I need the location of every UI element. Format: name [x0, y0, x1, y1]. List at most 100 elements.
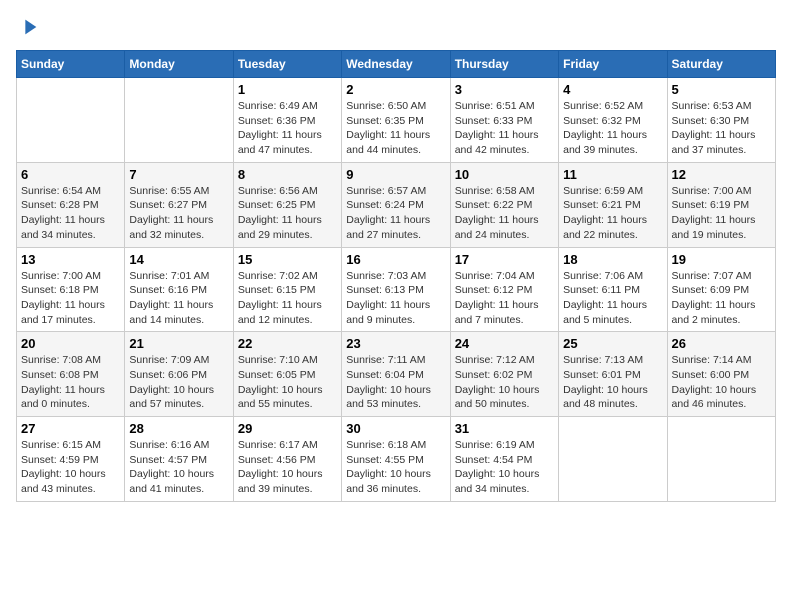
day-number: 29: [238, 421, 337, 436]
day-number: 17: [455, 252, 554, 267]
calendar-cell: [667, 417, 775, 502]
calendar-cell: 24Sunrise: 7:12 AM Sunset: 6:02 PM Dayli…: [450, 332, 558, 417]
calendar-cell: 3 Sunrise: 6:51 AM Sunset: 6:33 PM Daylig…: [450, 78, 558, 163]
calendar-cell: 26 Sunrise: 7:14 AM Sunset: 6:00 PM Dayli…: [667, 332, 775, 417]
day-number: 13: [21, 252, 120, 267]
calendar-cell: 11 Sunrise: 6:59 AM Sunset: 6:21 PM Dayli…: [559, 162, 667, 247]
day-number: 12: [672, 167, 771, 182]
weekday-header: Sunday: [17, 51, 125, 78]
day-info: Sunrise: 6:57 AM Sunset: 6:24 PM Dayligh…: [346, 184, 445, 243]
day-info: Sunrise: 6:59 AM Sunset: 6:21 PM Dayligh…: [563, 184, 662, 243]
day-number: 27: [21, 421, 120, 436]
day-info: Sunrise: 6:19 AM Sunset: 4:54 PM Dayligh…: [455, 438, 554, 497]
day-info: Sunrise: 7:14 AM Sunset: 6:00 PM Dayligh…: [672, 353, 771, 412]
day-number: 14: [129, 252, 228, 267]
day-info: Sunrise: 7:09 AM Sunset: 6:06 PM Dayligh…: [129, 353, 228, 412]
calendar-cell: 31 Sunrise: 6:19 AM Sunset: 4:54 PM Dayli…: [450, 417, 558, 502]
calendar-cell: 25 Sunrise: 7:13 AM Sunset: 6:01 PM Dayli…: [559, 332, 667, 417]
calendar-cell: [125, 78, 233, 163]
day-info: Sunrise: 7:03 AM Sunset: 6:13 PM Dayligh…: [346, 269, 445, 328]
day-info: Sunrise: 7:06 AM Sunset: 6:11 PM Dayligh…: [563, 269, 662, 328]
day-info: Sunrise: 7:02 AM Sunset: 6:15 PM Dayligh…: [238, 269, 337, 328]
calendar-cell: [17, 78, 125, 163]
calendar-table: SundayMondayTuesdayWednesdayThursdayFrid…: [16, 50, 776, 502]
calendar-cell: 16Sunrise: 7:03 AM Sunset: 6:13 PM Dayli…: [342, 247, 450, 332]
calendar-cell: 13Sunrise: 7:00 AM Sunset: 6:18 PM Dayli…: [17, 247, 125, 332]
weekday-header: Saturday: [667, 51, 775, 78]
day-info: Sunrise: 7:04 AM Sunset: 6:12 PM Dayligh…: [455, 269, 554, 328]
day-info: Sunrise: 7:10 AM Sunset: 6:05 PM Dayligh…: [238, 353, 337, 412]
calendar-cell: 29Sunrise: 6:17 AM Sunset: 4:56 PM Dayli…: [233, 417, 341, 502]
day-number: 31: [455, 421, 554, 436]
day-info: Sunrise: 7:08 AM Sunset: 6:08 PM Dayligh…: [21, 353, 120, 412]
calendar-week-row: 20 Sunrise: 7:08 AM Sunset: 6:08 PM Dayli…: [17, 332, 776, 417]
day-number: 18: [563, 252, 662, 267]
day-number: 3: [455, 82, 554, 97]
logo: [16, 16, 40, 38]
day-number: 1: [238, 82, 337, 97]
weekday-header: Wednesday: [342, 51, 450, 78]
calendar-week-row: 27 Sunrise: 6:15 AM Sunset: 4:59 PM Dayli…: [17, 417, 776, 502]
calendar-cell: 9 Sunrise: 6:57 AM Sunset: 6:24 PM Daylig…: [342, 162, 450, 247]
calendar-cell: 19 Sunrise: 7:07 AM Sunset: 6:09 PM Dayli…: [667, 247, 775, 332]
calendar-cell: 2Sunrise: 6:50 AM Sunset: 6:35 PM Daylig…: [342, 78, 450, 163]
day-info: Sunrise: 7:13 AM Sunset: 6:01 PM Dayligh…: [563, 353, 662, 412]
page-header: [16, 16, 776, 38]
calendar-cell: 10Sunrise: 6:58 AM Sunset: 6:22 PM Dayli…: [450, 162, 558, 247]
day-number: 15: [238, 252, 337, 267]
day-info: Sunrise: 6:49 AM Sunset: 6:36 PM Dayligh…: [238, 99, 337, 158]
day-info: Sunrise: 6:51 AM Sunset: 6:33 PM Dayligh…: [455, 99, 554, 158]
weekday-header: Friday: [559, 51, 667, 78]
day-number: 4: [563, 82, 662, 97]
day-number: 25: [563, 336, 662, 351]
calendar-cell: 14Sunrise: 7:01 AM Sunset: 6:16 PM Dayli…: [125, 247, 233, 332]
day-info: Sunrise: 7:00 AM Sunset: 6:19 PM Dayligh…: [672, 184, 771, 243]
day-number: 28: [129, 421, 228, 436]
day-info: Sunrise: 6:54 AM Sunset: 6:28 PM Dayligh…: [21, 184, 120, 243]
calendar-header-row: SundayMondayTuesdayWednesdayThursdayFrid…: [17, 51, 776, 78]
calendar-cell: [559, 417, 667, 502]
day-info: Sunrise: 6:52 AM Sunset: 6:32 PM Dayligh…: [563, 99, 662, 158]
calendar-cell: 1 Sunrise: 6:49 AM Sunset: 6:36 PM Daylig…: [233, 78, 341, 163]
calendar-cell: 7 Sunrise: 6:55 AM Sunset: 6:27 PM Daylig…: [125, 162, 233, 247]
calendar-cell: 4 Sunrise: 6:52 AM Sunset: 6:32 PM Daylig…: [559, 78, 667, 163]
calendar-cell: 8 Sunrise: 6:56 AM Sunset: 6:25 PM Daylig…: [233, 162, 341, 247]
day-number: 9: [346, 167, 445, 182]
day-number: 30: [346, 421, 445, 436]
day-info: Sunrise: 7:07 AM Sunset: 6:09 PM Dayligh…: [672, 269, 771, 328]
day-number: 6: [21, 167, 120, 182]
calendar-cell: 17 Sunrise: 7:04 AM Sunset: 6:12 PM Dayli…: [450, 247, 558, 332]
calendar-week-row: 1 Sunrise: 6:49 AM Sunset: 6:36 PM Daylig…: [17, 78, 776, 163]
day-info: Sunrise: 6:53 AM Sunset: 6:30 PM Dayligh…: [672, 99, 771, 158]
day-number: 8: [238, 167, 337, 182]
day-number: 22: [238, 336, 337, 351]
calendar-cell: 18 Sunrise: 7:06 AM Sunset: 6:11 PM Dayli…: [559, 247, 667, 332]
day-number: 26: [672, 336, 771, 351]
weekday-header: Thursday: [450, 51, 558, 78]
day-info: Sunrise: 6:55 AM Sunset: 6:27 PM Dayligh…: [129, 184, 228, 243]
day-number: 7: [129, 167, 228, 182]
day-info: Sunrise: 7:12 AM Sunset: 6:02 PM Dayligh…: [455, 353, 554, 412]
day-number: 11: [563, 167, 662, 182]
calendar-cell: 28Sunrise: 6:16 AM Sunset: 4:57 PM Dayli…: [125, 417, 233, 502]
day-number: 21: [129, 336, 228, 351]
calendar-cell: 30Sunrise: 6:18 AM Sunset: 4:55 PM Dayli…: [342, 417, 450, 502]
weekday-header: Tuesday: [233, 51, 341, 78]
day-info: Sunrise: 6:15 AM Sunset: 4:59 PM Dayligh…: [21, 438, 120, 497]
calendar-cell: 22 Sunrise: 7:10 AM Sunset: 6:05 PM Dayli…: [233, 332, 341, 417]
logo-arrow-icon: [18, 16, 40, 38]
day-number: 2: [346, 82, 445, 97]
calendar-cell: 23 Sunrise: 7:11 AM Sunset: 6:04 PM Dayli…: [342, 332, 450, 417]
day-number: 23: [346, 336, 445, 351]
calendar-week-row: 13Sunrise: 7:00 AM Sunset: 6:18 PM Dayli…: [17, 247, 776, 332]
calendar-cell: 12 Sunrise: 7:00 AM Sunset: 6:19 PM Dayli…: [667, 162, 775, 247]
day-info: Sunrise: 6:56 AM Sunset: 6:25 PM Dayligh…: [238, 184, 337, 243]
day-number: 19: [672, 252, 771, 267]
day-number: 20: [21, 336, 120, 351]
calendar-cell: 5Sunrise: 6:53 AM Sunset: 6:30 PM Daylig…: [667, 78, 775, 163]
calendar-cell: 15 Sunrise: 7:02 AM Sunset: 6:15 PM Dayli…: [233, 247, 341, 332]
weekday-header: Monday: [125, 51, 233, 78]
calendar-cell: 6 Sunrise: 6:54 AM Sunset: 6:28 PM Daylig…: [17, 162, 125, 247]
day-info: Sunrise: 6:58 AM Sunset: 6:22 PM Dayligh…: [455, 184, 554, 243]
day-info: Sunrise: 7:11 AM Sunset: 6:04 PM Dayligh…: [346, 353, 445, 412]
